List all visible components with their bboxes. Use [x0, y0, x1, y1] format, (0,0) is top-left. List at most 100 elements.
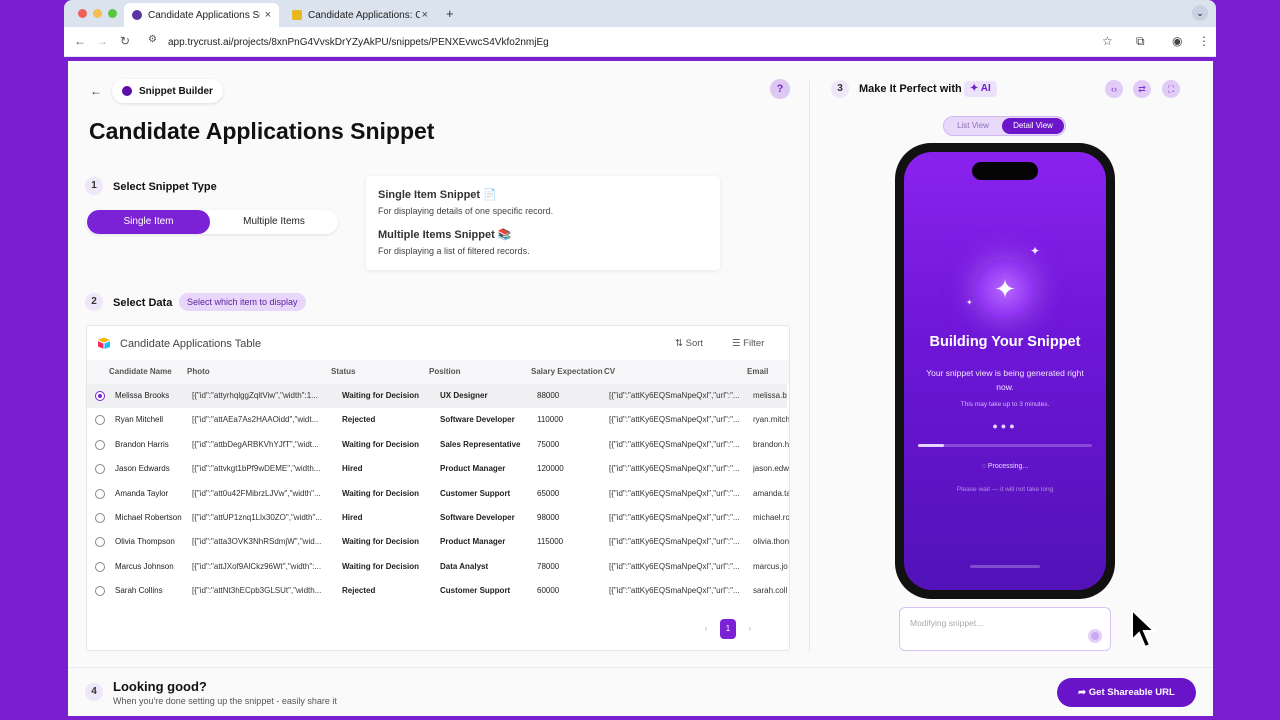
cv-cell: [{"id":"attKy6EQSmaNpeQxl","url":"...	[609, 586, 740, 596]
building-note: This may take up to 3 minutes.	[960, 401, 1050, 408]
email-cell: jason.edw	[753, 464, 789, 474]
loading-spinner-icon	[1088, 629, 1102, 643]
row-radio-button[interactable]	[95, 415, 105, 426]
table-row[interactable]: Jason Edwards [{"id":"attvkgt1bPf9wDEME",…	[87, 457, 789, 481]
row-radio-button[interactable]	[95, 537, 105, 548]
info-title: Multiple Items Snippet 📚	[378, 229, 512, 241]
email-cell: brandon.h	[753, 439, 789, 449]
extensions-icon[interactable]: ⧉	[1136, 34, 1145, 49]
detail-view-tab[interactable]: Detail View	[1002, 118, 1064, 134]
column-header[interactable]: Salary Expectation	[531, 367, 603, 376]
salary-cell: 65000	[537, 488, 560, 498]
row-radio-button[interactable]	[95, 439, 105, 450]
address-bar: ← → ↻ ⚙ app.trycrust.ai/projects/8xnPnG4…	[64, 27, 1216, 57]
filter-button[interactable]: ☰ Filter	[732, 338, 764, 349]
table-row[interactable]: Brandon Harris [{"id":"attbDegARBKVhYJfT"…	[87, 433, 789, 457]
multiple-items-option[interactable]: Multiple Items	[214, 210, 334, 234]
salary-cell: 120000	[537, 464, 564, 474]
modify-snippet-input[interactable]: Modifying snippet...	[899, 607, 1111, 651]
browser-menu-icon[interactable]: ⋮	[1198, 34, 1210, 48]
bookmark-star-icon[interactable]: ☆	[1102, 34, 1113, 48]
table-row[interactable]: Sarah Collins [{"id":"attNt3hECpb3GLSUt",…	[87, 579, 787, 603]
step-title: Make It Perfect with	[859, 83, 962, 95]
row-radio-button[interactable]	[95, 586, 105, 597]
site-info-icon[interactable]: ⚙	[148, 34, 157, 45]
column-header[interactable]: Email	[747, 367, 768, 376]
table-row[interactable]: Michael Robertson [{"id":"attUP1znq1Llx30…	[87, 506, 789, 530]
table-row[interactable]: Amanda Taylor [{"id":"att0u42FMibrzLJVw",…	[87, 482, 789, 506]
help-icon[interactable]: ?	[770, 79, 790, 99]
page-1-button[interactable]: 1	[720, 619, 736, 639]
column-header[interactable]: CV	[604, 367, 615, 376]
next-page-button[interactable]: ›	[742, 619, 758, 639]
sort-label: Sort	[685, 338, 704, 349]
candidate-name-cell: Ryan Mitchell	[115, 415, 164, 425]
browser-tab-active[interactable]: Candidate Applications Snipp ×	[124, 3, 279, 27]
snippet-type-toggle: Single Item Multiple Items	[86, 210, 338, 234]
processing-status: ◌ Processing...	[981, 463, 1029, 470]
column-header[interactable]: Position	[429, 367, 461, 376]
pagination: ‹ 1 ›	[698, 619, 758, 639]
photo-cell: [{"id":"attNt3hECpb3GLSUt","width...	[192, 586, 322, 596]
salary-cell: 110000	[537, 415, 564, 425]
reload-icon[interactable]: ↻	[120, 34, 130, 48]
email-cell: marcus.jo	[753, 561, 788, 571]
column-header[interactable]: Photo	[187, 367, 210, 376]
row-radio-button[interactable]	[95, 391, 105, 401]
position-cell: Software Developer	[440, 513, 515, 522]
url-field[interactable]: app.trycrust.ai/projects/8xnPnG4VvskDrYZ…	[168, 37, 549, 48]
prev-page-button[interactable]: ‹	[698, 619, 714, 639]
table-row[interactable]: Marcus Johnson [{"id":"attJXof9AlCkz96Wt"…	[87, 555, 788, 579]
single-item-option[interactable]: Single Item	[87, 210, 210, 234]
progress-fill	[918, 444, 945, 447]
get-shareable-url-button[interactable]: ➦ Get Shareable URL	[1057, 678, 1196, 707]
progress-bar	[918, 444, 1092, 447]
forward-arrow-icon[interactable]: →	[96, 34, 108, 48]
sort-button[interactable]: ⇅ Sort	[675, 338, 703, 349]
photo-cell: [{"id":"atta3OVK3NhRSdmjW","wid...	[192, 537, 322, 547]
ai-badge[interactable]: ✦ AI	[964, 81, 997, 97]
code-view-icon[interactable]: ‹›	[1105, 80, 1123, 98]
column-header[interactable]: Status	[331, 367, 355, 376]
list-view-tab[interactable]: List View	[946, 118, 1000, 134]
row-radio-button[interactable]	[95, 513, 105, 523]
fullscreen-icon[interactable]: ⛶	[1162, 80, 1180, 98]
input-placeholder: Modifying snippet...	[910, 618, 984, 628]
profile-icon[interactable]: ◉	[1172, 34, 1182, 48]
candidate-name-cell: Olivia Thompson	[115, 537, 175, 547]
building-subtitle: Your snippet view is being generated rig…	[926, 368, 1084, 392]
position-cell: Customer Support	[440, 586, 511, 596]
cv-cell: [{"id":"attKy6EQSmaNpeQxl","url":"...	[609, 537, 740, 547]
row-radio-button[interactable]	[95, 561, 105, 572]
salary-cell: 60000	[537, 586, 560, 596]
status-cell: Waiting for Decision	[342, 439, 420, 449]
email-cell: sarah.coll	[753, 586, 788, 596]
swap-icon[interactable]: ⇄	[1133, 80, 1151, 98]
candidate-name-cell: Sarah Collins	[115, 586, 163, 596]
new-tab-button[interactable]: +	[446, 6, 454, 21]
row-radio-button[interactable]	[95, 488, 105, 499]
photo-cell: [{"id":"attJXof9AlCkz96Wt","width":...	[192, 561, 322, 571]
browser-tab[interactable]: Candidate Applications: Cand ×	[284, 3, 436, 27]
app-logo-icon	[122, 86, 132, 96]
window-controls[interactable]	[78, 9, 117, 18]
table-row[interactable]: Olivia Thompson [{"id":"atta3OVK3NhRSdmjW…	[87, 530, 789, 554]
dynamic-island	[972, 162, 1038, 180]
panel-divider	[809, 81, 810, 651]
mouse-cursor-icon	[1131, 608, 1157, 649]
breadcrumb[interactable]: Snippet Builder	[112, 79, 223, 103]
photo-cell: [{"id":"attbDegARBKVhYJfT","widt...	[192, 439, 319, 449]
filter-label: Filter	[743, 338, 765, 349]
email-cell: michael.ro	[753, 513, 789, 522]
candidate-name-cell: Brandon Harris	[115, 439, 169, 449]
tab-search-chevron-icon[interactable]: ⌄	[1192, 5, 1208, 21]
back-arrow-icon[interactable]: ←	[86, 82, 106, 100]
tab-close-icon[interactable]: ×	[265, 9, 271, 21]
back-arrow-icon[interactable]: ←	[74, 34, 86, 48]
table-row[interactable]: Melissa Brooks [{"id":"attyrhqlggZqltViw"…	[87, 384, 787, 408]
candidate-name-cell: Melissa Brooks	[115, 391, 170, 400]
row-radio-button[interactable]	[95, 464, 105, 475]
tab-close-icon[interactable]: ×	[422, 9, 428, 21]
table-row[interactable]: Ryan Mitchell [{"id":"attAEa7As2HAAOidd",…	[87, 408, 789, 432]
column-header[interactable]: Candidate Name	[109, 367, 172, 376]
